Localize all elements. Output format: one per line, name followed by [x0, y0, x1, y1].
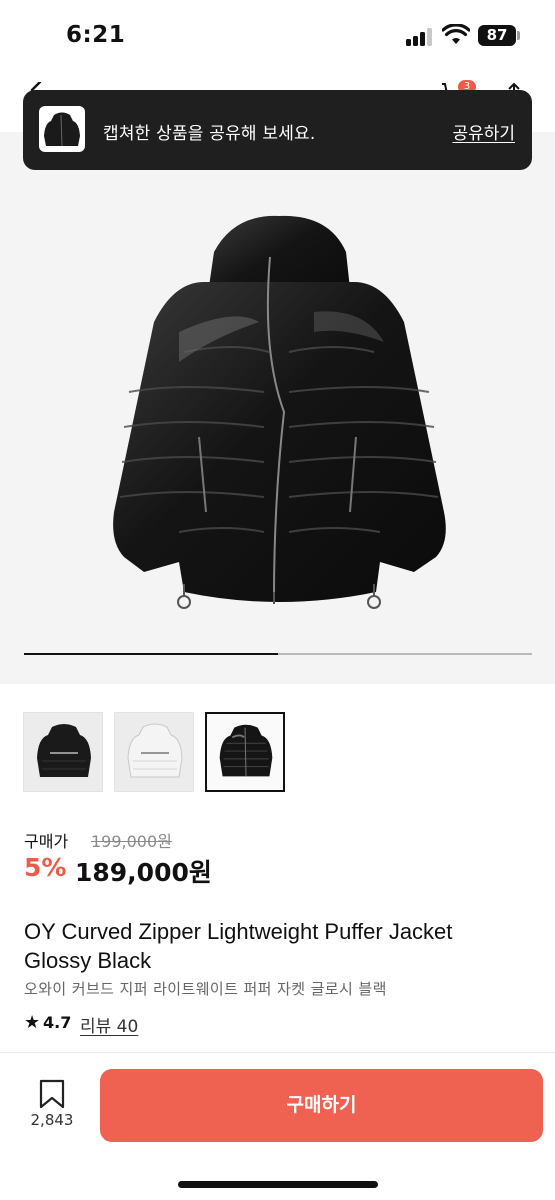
cellular-signal-icon	[406, 28, 434, 46]
thumbnail-white-back[interactable]	[114, 712, 194, 792]
thumbnail-black-glossy-selected[interactable]	[205, 712, 285, 792]
gallery-progress-track	[24, 653, 532, 655]
buy-button[interactable]: 구매하기	[100, 1069, 543, 1142]
status-time: 6:21	[66, 22, 126, 48]
gallery-progress-fill	[24, 653, 278, 655]
bookmark-count: 2,843	[30, 1111, 74, 1129]
discount-rate: 5%	[24, 853, 67, 882]
wifi-icon	[442, 24, 470, 44]
original-price: 199,000원	[91, 832, 172, 851]
battery-indicator: 87	[478, 25, 516, 46]
star-icon: ★	[24, 1012, 41, 1033]
home-indicator	[178, 1181, 378, 1188]
status-bar: 6:21 87	[0, 0, 555, 80]
toast-message: 캡쳐한 상품을 공유해 보세요.	[103, 124, 316, 144]
reviews-link[interactable]: 리뷰 40	[80, 1012, 138, 1037]
share-toast: 캡쳐한 상품을 공유해 보세요. 공유하기	[23, 90, 532, 170]
toast-product-thumbnail	[39, 106, 85, 152]
product-title: OY Curved Zipper Lightweight Puffer Jack…	[24, 919, 453, 973]
product-subtitle-korean: 오와이 커브드 지퍼 라이트웨이트 퍼퍼 자켓 글로시 블랙	[24, 980, 387, 998]
thumbnail-black-back[interactable]	[23, 712, 103, 792]
price-label: 구매가	[24, 832, 69, 851]
battery-tip	[517, 31, 520, 40]
bookmark-icon[interactable]	[39, 1079, 65, 1109]
rating-value: 4.7	[43, 1013, 72, 1032]
final-price: 189,000원	[75, 858, 212, 887]
product-image-gallery[interactable]	[0, 132, 555, 684]
product-image-black-puffer-jacket	[113, 215, 446, 609]
toast-share-link[interactable]: 공유하기	[452, 119, 515, 144]
